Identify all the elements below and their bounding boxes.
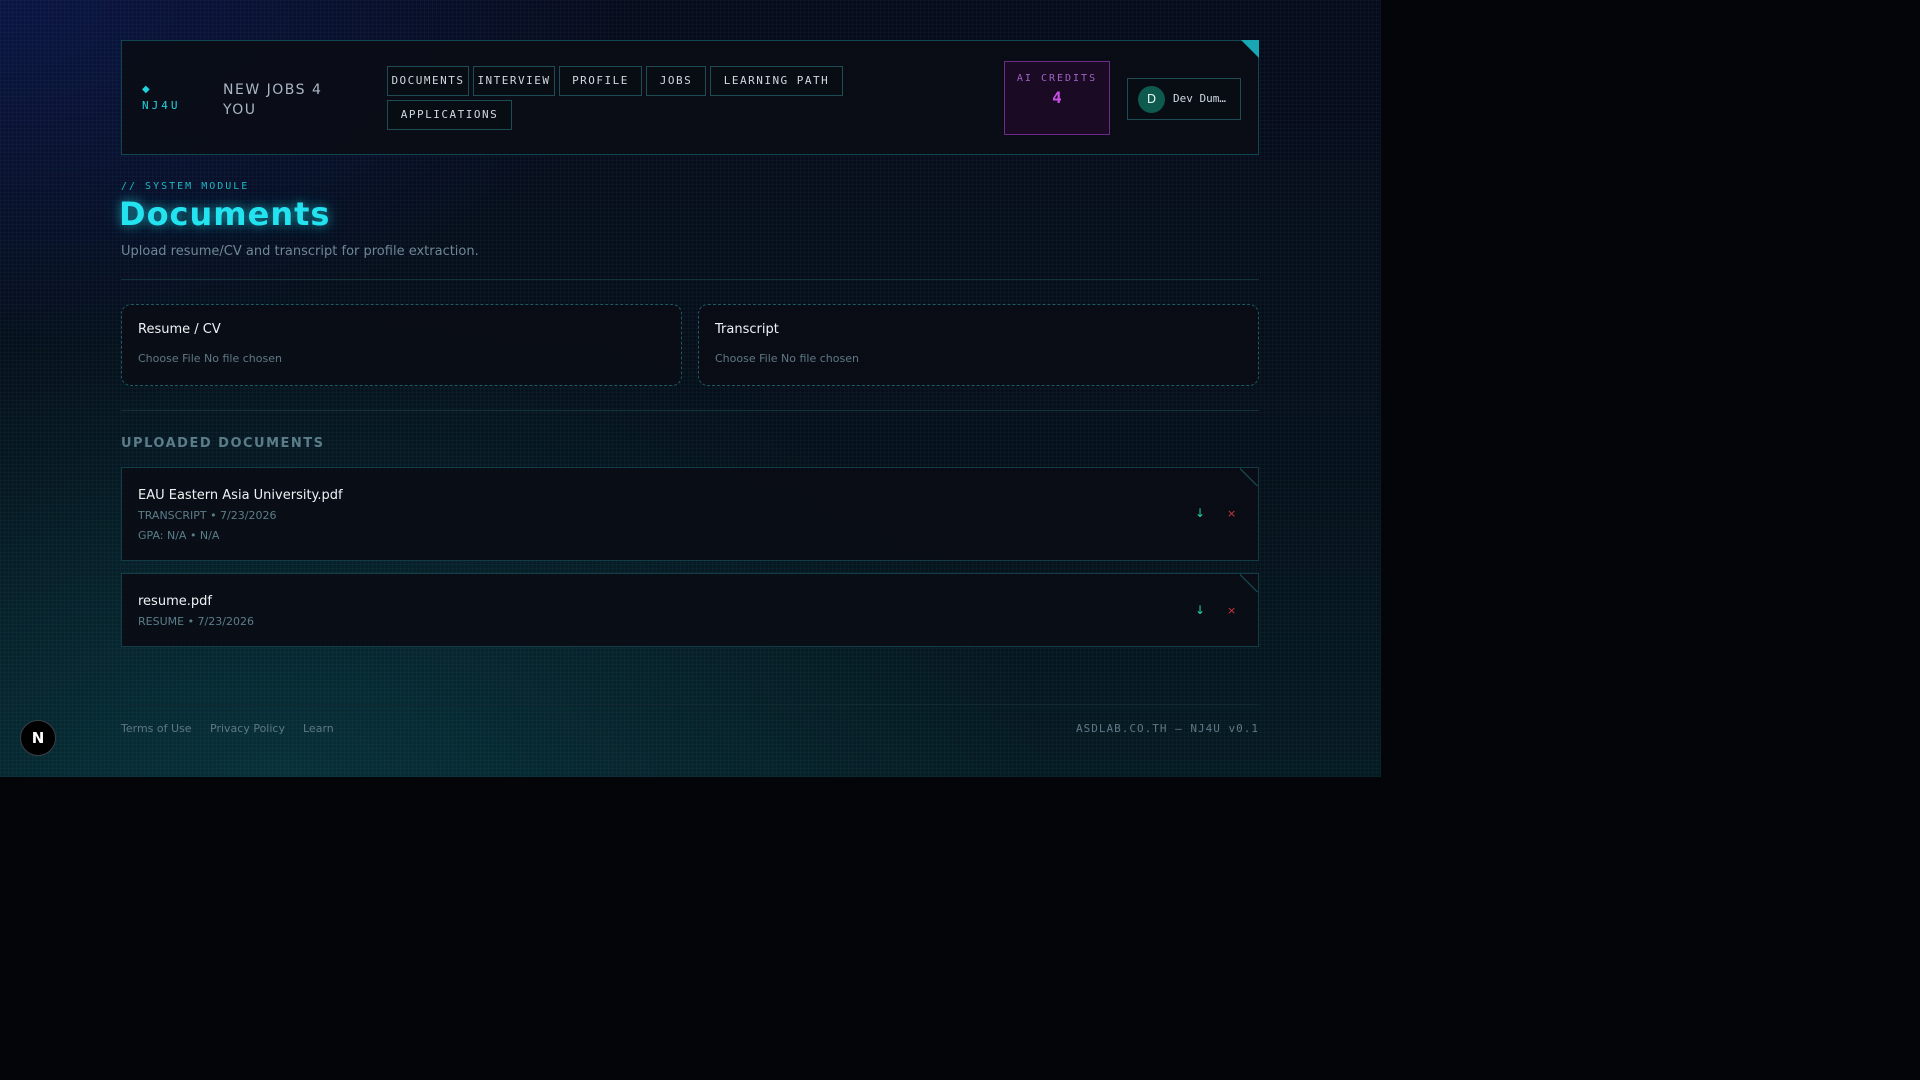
- divider: [121, 410, 1259, 411]
- uploaded-documents-heading: UPLOADED DOCUMENTS: [121, 436, 325, 451]
- document-row: EAU Eastern Asia University.pdf TRANSCRI…: [121, 467, 1259, 561]
- learn-link[interactable]: Learn: [303, 722, 334, 735]
- avatar: D: [1138, 86, 1165, 113]
- app-viewport: ◆ NJ4U NEW JOBS 4 YOU DOCUMENTS INTERVIE…: [0, 0, 1381, 777]
- nav-jobs[interactable]: JOBS: [646, 66, 706, 96]
- document-meta: TRANSCRIPT • 7/23/2026: [138, 509, 277, 522]
- nav-interview[interactable]: INTERVIEW: [473, 66, 555, 96]
- module-label: // SYSTEM MODULE: [121, 181, 250, 192]
- download-icon[interactable]: ↓: [1195, 603, 1205, 617]
- dev-badge-icon[interactable]: N: [20, 720, 56, 756]
- divider: [121, 279, 1259, 280]
- ai-credits-badge: AI CREDITS 4: [1004, 61, 1110, 135]
- page-subtitle: Upload resume/CV and transcript for prof…: [121, 244, 479, 259]
- transcript-upload-card: Transcript Choose File No file chosen: [698, 304, 1259, 386]
- user-menu-button[interactable]: D Dev Dum…: [1127, 78, 1241, 120]
- resume-file-input[interactable]: Choose File No file chosen: [138, 352, 282, 365]
- document-gpa: GPA: N/A • N/A: [138, 529, 220, 542]
- upload-title: Transcript: [715, 322, 779, 337]
- ai-credits-label: AI CREDITS: [1016, 73, 1098, 84]
- terms-link[interactable]: Terms of Use: [121, 722, 192, 735]
- logo-diamond-icon: ◆: [142, 84, 150, 95]
- corner-accent: [1241, 40, 1259, 58]
- ai-credits-value: 4: [1052, 88, 1062, 107]
- nav-profile[interactable]: PROFILE: [559, 66, 642, 96]
- resume-upload-card: Resume / CV Choose File No file chosen: [121, 304, 682, 386]
- document-name: resume.pdf: [138, 594, 212, 609]
- download-icon[interactable]: ↓: [1195, 506, 1205, 520]
- document-row: resume.pdf RESUME • 7/23/2026 ↓ ×: [121, 573, 1259, 647]
- version-text: ASDLAB.CO.TH — NJ4U v0.1: [1076, 722, 1259, 735]
- nav-applications[interactable]: APPLICATIONS: [387, 100, 512, 130]
- logo-text[interactable]: NJ4U: [142, 99, 181, 112]
- brand-name[interactable]: NEW JOBS 4 YOU: [223, 80, 353, 120]
- delete-icon[interactable]: ×: [1227, 604, 1236, 617]
- user-name: Dev Dum…: [1173, 92, 1226, 105]
- privacy-link[interactable]: Privacy Policy: [210, 722, 285, 735]
- top-header: ◆ NJ4U NEW JOBS 4 YOU DOCUMENTS INTERVIE…: [121, 40, 1259, 155]
- footer-divider: [121, 704, 1259, 705]
- delete-icon[interactable]: ×: [1227, 507, 1236, 520]
- document-meta: RESUME • 7/23/2026: [138, 615, 254, 628]
- transcript-file-input[interactable]: Choose File No file chosen: [715, 352, 859, 365]
- page-title: Documents: [119, 195, 331, 233]
- upload-title: Resume / CV: [138, 322, 221, 337]
- document-name: EAU Eastern Asia University.pdf: [138, 488, 343, 503]
- nav-documents[interactable]: DOCUMENTS: [387, 66, 469, 96]
- nav-learning-path[interactable]: LEARNING PATH: [710, 66, 843, 96]
